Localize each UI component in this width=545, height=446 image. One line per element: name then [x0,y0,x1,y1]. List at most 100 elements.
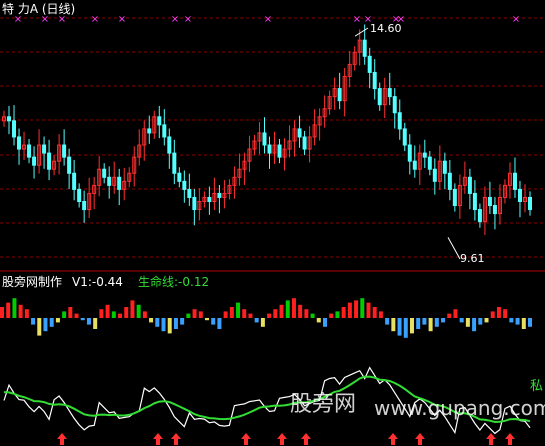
histogram-bar [43,318,48,332]
watermark-site-en: www.gupang.com [374,396,545,420]
histogram-bar [130,300,135,318]
candle-body [77,188,82,202]
buy-arrow-icon [277,433,287,445]
histogram-bar [55,318,60,323]
candle-body [117,176,122,190]
top-marker: × [512,14,520,25]
candle-body [172,152,177,174]
candle-body [432,168,437,182]
histogram-bar [298,304,303,318]
histogram-bar [242,309,247,318]
histogram-bar [484,318,489,323]
buy-arrow-icon [241,433,251,445]
histogram-bar [49,318,54,327]
candle-body [267,144,272,154]
histogram-bar [74,313,79,318]
histogram-bar [447,313,452,318]
candle-body [297,128,302,138]
buy-arrow-icon [486,433,496,445]
candle-body [82,201,87,211]
histogram-bar [124,307,129,318]
histogram-bar [80,318,85,321]
candle-body [302,136,307,150]
candle-body [337,88,342,102]
v1-value-label: V1:-0.44 [72,275,123,289]
histogram-bar [217,318,222,329]
low-pointer-line [447,237,461,260]
candle-body [447,172,452,190]
histogram-bar [37,318,42,336]
histogram-bar [472,318,477,332]
histogram-bar [204,318,209,321]
candle-body [207,196,212,202]
histogram-bar [267,313,272,318]
top-marker: × [184,14,192,25]
histogram-bar [335,311,340,318]
histogram-bar [354,300,359,318]
candle-body [162,124,167,138]
buy-arrow-icon [388,433,398,445]
histogram-bar [105,304,110,318]
histogram-bar [409,318,414,334]
histogram-bar [155,318,160,327]
candle-body [412,160,417,170]
watermark-site-cn: 股旁网 [290,392,357,417]
candle-body [442,160,447,174]
candle-body [42,144,47,154]
candle-body [187,188,192,198]
histogram-bar [136,304,141,318]
histogram-bar [161,318,166,332]
buy-arrow-icon [505,433,515,445]
chart-canvas[interactable]: × × × × × × × × × × ×× × [0,0,545,446]
life-line-label: 生命线:-0.12 [138,275,210,289]
histogram-bar [478,318,483,325]
histogram-bar [465,318,470,327]
candle-body [392,96,397,114]
histogram-bar [434,318,439,327]
candle-body [102,168,107,178]
histogram-bar [12,298,17,318]
candle-body [157,116,162,126]
histogram-bar [291,298,296,318]
histogram-bar [490,311,495,318]
candle-body [377,88,382,106]
histogram-bar [62,311,67,318]
candle-body [147,128,152,134]
histogram-bar [254,318,259,323]
candle-body [477,209,482,223]
histogram-bar [310,313,315,318]
histogram-bar [360,298,365,318]
histogram-bar [229,307,234,318]
histogram-bar [192,309,197,318]
high-price-label: 14.60 [370,22,402,35]
candle-body [107,176,112,186]
histogram-bar [0,307,4,318]
top-marker: × [264,14,272,25]
candle-body [427,156,432,170]
histogram-bar [186,313,191,318]
histogram-bar [86,318,91,325]
histogram-bar [248,313,253,318]
histogram-bar [521,318,526,329]
histogram-bar [515,318,520,325]
candle-body [362,39,367,57]
histogram-bar [111,311,116,318]
candle-body [47,152,52,170]
histogram-bar [441,318,446,323]
histogram-bar [279,304,284,318]
histogram-bar [167,318,172,334]
histogram-bar [285,300,290,318]
histogram-bar [304,309,309,318]
histogram-bar [223,311,228,318]
histogram-bar [236,302,241,318]
candle-body [528,196,532,211]
histogram-bar [378,311,383,318]
histogram-bar [372,307,377,318]
low-price-label: 9.61 [460,252,485,265]
histogram-bar [180,318,185,325]
candle-body [192,196,197,211]
candle-body [407,144,412,162]
histogram-bar [503,309,508,318]
top-marker: × [353,14,361,25]
candle-body [7,116,12,122]
